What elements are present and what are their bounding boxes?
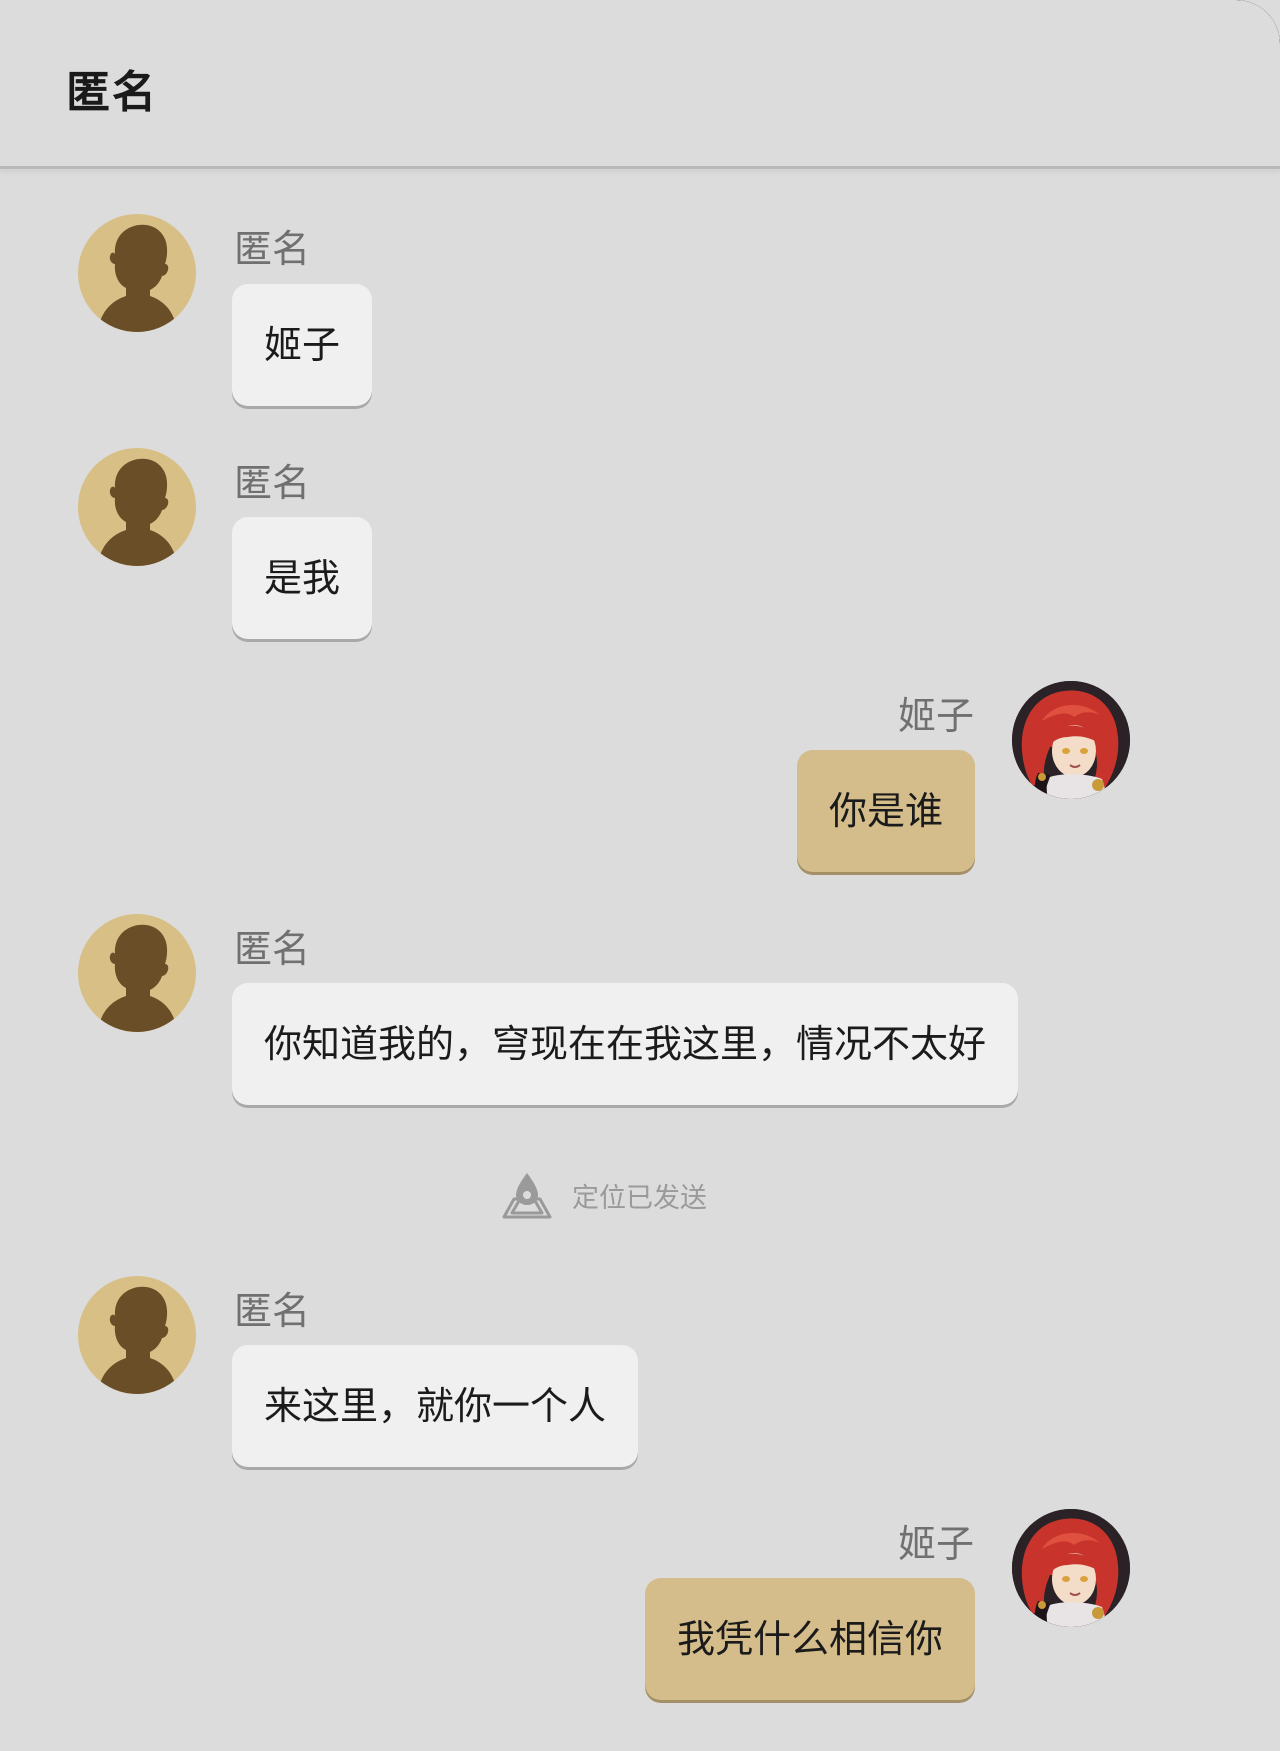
silhouette-icon	[98, 1286, 177, 1394]
himeko-avatar[interactable]	[1012, 1509, 1130, 1627]
sender-name: 匿名	[234, 461, 311, 505]
portrait-icon	[1012, 1509, 1130, 1627]
chat-screen: 匿名 匿名 姬子 匿名 是我 姬子 你是谁 匿名 你知道我的，穹现在在我这里，情…	[0, 0, 1280, 1751]
sender-name: 姬子	[897, 694, 974, 738]
anonymous-avatar[interactable]	[78, 914, 196, 1032]
location-sent-text: 定位已发送	[572, 1182, 707, 1214]
himeko-avatar[interactable]	[1012, 681, 1130, 799]
location-pin-icon	[502, 1173, 552, 1219]
sender-name: 匿名	[234, 927, 311, 971]
message-bubble[interactable]: 你知道我的，穹现在在我这里，情况不太好	[232, 983, 1019, 1105]
sender-name: 匿名	[234, 1289, 311, 1333]
sender-name: 匿名	[234, 227, 311, 271]
message-bubble[interactable]: 姬子	[232, 284, 373, 406]
anonymous-avatar[interactable]	[78, 1276, 196, 1394]
chat-header: 匿名	[0, 0, 1280, 169]
anonymous-avatar[interactable]	[78, 214, 196, 332]
silhouette-icon	[98, 224, 177, 332]
sender-name: 姬子	[897, 1522, 974, 1566]
silhouette-icon	[98, 924, 177, 1032]
message-list[interactable]: 匿名 姬子 匿名 是我 姬子 你是谁 匿名 你知道我的，穹现在在我这里，情况不太…	[0, 0, 1280, 1751]
message-bubble[interactable]: 你是谁	[796, 750, 975, 872]
location-sent-notice: 定位已发送	[500, 1170, 707, 1220]
portrait-icon	[1012, 681, 1130, 799]
anonymous-avatar[interactable]	[78, 448, 196, 566]
message-bubble[interactable]: 来这里，就你一个人	[232, 1345, 639, 1467]
silhouette-icon	[98, 458, 177, 566]
chat-title: 匿名	[66, 67, 158, 118]
message-bubble[interactable]: 我凭什么相信你	[644, 1578, 975, 1700]
message-bubble[interactable]: 是我	[232, 517, 373, 639]
